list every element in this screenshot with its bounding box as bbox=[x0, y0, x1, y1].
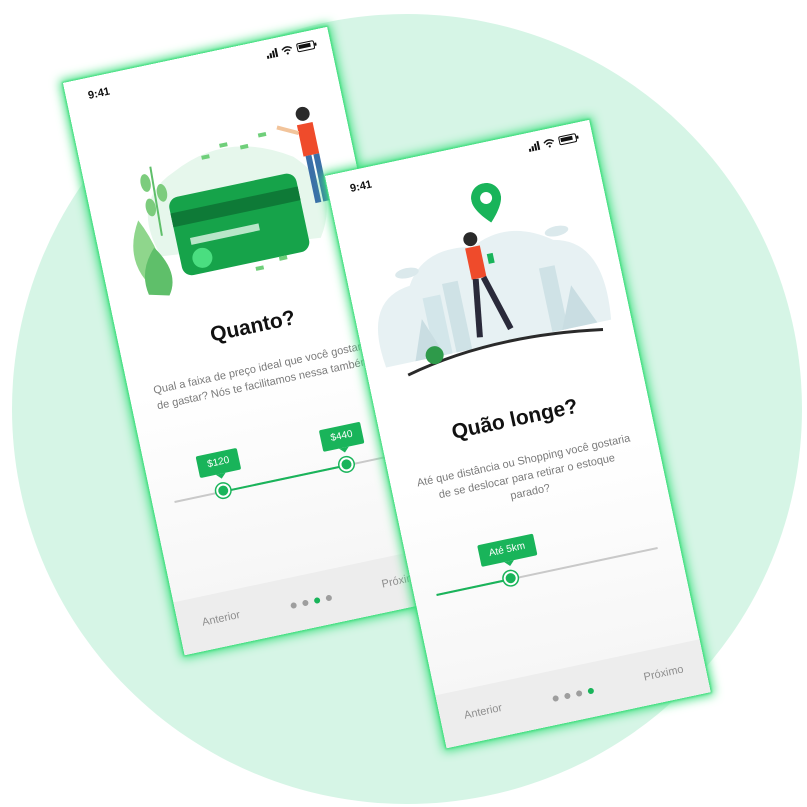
page-dot-active[interactable] bbox=[313, 596, 321, 605]
battery-icon bbox=[295, 39, 316, 53]
page-dot[interactable] bbox=[325, 594, 333, 602]
signal-icon bbox=[528, 140, 541, 152]
page-dot[interactable] bbox=[290, 601, 298, 610]
status-time: 9:41 bbox=[87, 85, 112, 102]
battery-icon bbox=[557, 132, 578, 146]
wifi-icon bbox=[543, 139, 555, 148]
distance-tooltip: Até 5km bbox=[477, 533, 538, 567]
page-dot[interactable] bbox=[552, 694, 560, 703]
distance-fill bbox=[436, 578, 512, 596]
signal-icon bbox=[266, 47, 279, 59]
price-range-fill bbox=[223, 464, 347, 493]
page-dot[interactable] bbox=[301, 599, 309, 607]
status-time: 9:41 bbox=[349, 178, 374, 195]
price-min-tooltip: $120 bbox=[195, 447, 242, 479]
price-min-thumb[interactable] bbox=[214, 482, 232, 499]
page-dot-active[interactable] bbox=[587, 687, 595, 695]
page-indicator bbox=[552, 687, 595, 703]
page-dot[interactable] bbox=[575, 689, 583, 698]
wifi-icon bbox=[281, 46, 293, 55]
price-max-thumb[interactable] bbox=[338, 456, 355, 473]
previous-button[interactable]: Anterior bbox=[201, 609, 241, 629]
page-indicator bbox=[290, 594, 333, 610]
distance-thumb[interactable] bbox=[502, 569, 519, 587]
page-dot[interactable] bbox=[563, 692, 571, 700]
next-button[interactable]: Próximo bbox=[643, 663, 685, 683]
previous-button[interactable]: Anterior bbox=[463, 702, 503, 722]
price-max-tooltip: $440 bbox=[318, 421, 365, 452]
